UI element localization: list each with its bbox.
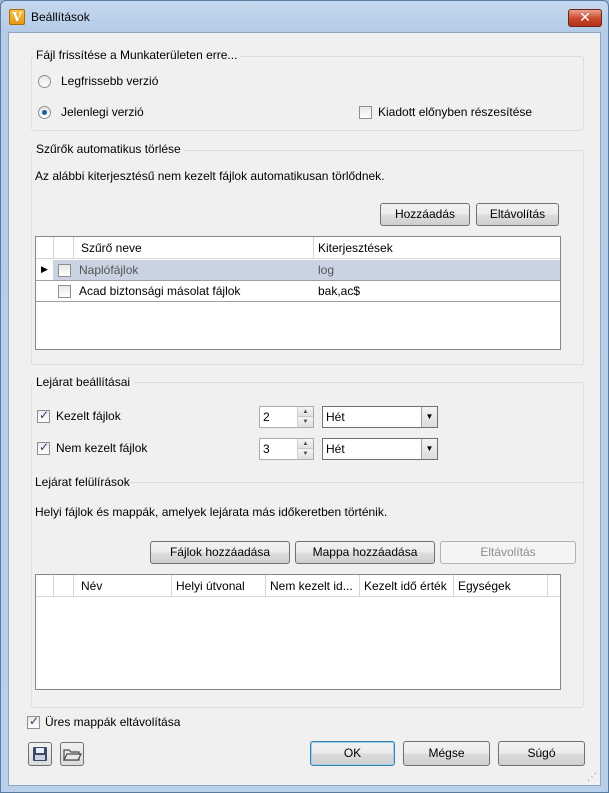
latest-version-radio[interactable] xyxy=(38,75,51,88)
current-version-radio[interactable] xyxy=(38,106,51,119)
column-managed-time-value[interactable]: Kezelt idő érték xyxy=(364,579,447,593)
window-title: Beállítások xyxy=(31,10,90,24)
vault-app-icon: V xyxy=(9,9,25,25)
stepper-up-icon[interactable]: ▲ xyxy=(298,439,313,449)
filter-grid-header: Szűrő neve Kiterjesztések xyxy=(36,237,560,259)
cancel-button[interactable]: Mégse xyxy=(403,741,490,766)
auto-delete-group-label: Szűrők automatikus törlése xyxy=(33,142,184,156)
resize-grip-icon[interactable]: ⋰ xyxy=(587,772,597,783)
remove-empty-folders-label: Üres mappák eltávolítása xyxy=(45,715,181,729)
overrides-description: Helyi fájlok és mappák, amelyek lejárata… xyxy=(35,505,388,519)
extension-cell: log xyxy=(318,263,335,277)
managed-files-label: Kezelt fájlok xyxy=(56,409,121,423)
prefer-released-checkbox[interactable] xyxy=(359,106,372,119)
stepper-up-icon[interactable]: ▲ xyxy=(298,407,313,417)
filter-name-cell: Acad biztonsági másolat fájlok xyxy=(79,284,241,298)
unmanaged-files-value: 3 xyxy=(263,442,270,456)
column-filter-name[interactable]: Szűrő neve xyxy=(81,241,142,255)
save-settings-button[interactable] xyxy=(28,742,52,766)
unmanaged-unit-select[interactable]: Hét ▼ xyxy=(322,438,438,460)
dialog-client: Fájl frissítése a Munkaterületen erre...… xyxy=(8,32,601,786)
save-icon xyxy=(33,747,47,761)
overrides-divider xyxy=(124,482,584,483)
filter-name-cell: Naplófájlok xyxy=(79,263,139,277)
table-row[interactable]: ▶ Naplófájlok log xyxy=(36,260,560,280)
managed-unit-select[interactable]: Hét ▼ xyxy=(322,406,438,428)
managed-files-stepper[interactable]: 2 ▲ ▼ xyxy=(259,406,314,428)
column-name[interactable]: Név xyxy=(81,579,102,593)
filter-grid[interactable]: Szűrő neve Kiterjesztések ▶ Naplófájlok … xyxy=(35,236,561,350)
column-extensions[interactable]: Kiterjesztések xyxy=(318,241,393,255)
overrides-label: Lejárat felülírások xyxy=(35,475,130,489)
unmanaged-files-checkbox[interactable] xyxy=(37,440,50,455)
chevron-down-icon[interactable]: ▼ xyxy=(421,407,437,427)
add-filter-button[interactable]: Hozzáadás xyxy=(380,203,470,226)
overrides-grid[interactable]: Név Helyi útvonal Nem kezelt id... Kezel… xyxy=(35,574,561,690)
stepper-down-icon[interactable]: ▼ xyxy=(298,449,313,459)
open-settings-button[interactable] xyxy=(60,742,84,766)
folder-open-icon xyxy=(63,749,82,761)
unmanaged-unit-value: Hét xyxy=(326,442,345,456)
row-checkbox[interactable] xyxy=(58,285,71,298)
refresh-group-label: Fájl frissítése a Munkaterületen erre... xyxy=(33,48,241,62)
column-local-path[interactable]: Helyi útvonal xyxy=(176,579,245,593)
unmanaged-files-label: Nem kezelt fájlok xyxy=(56,441,148,455)
help-button[interactable]: Súgó xyxy=(498,741,585,766)
refresh-group xyxy=(31,56,584,131)
overrides-grid-header: Név Helyi útvonal Nem kezelt id... Kezel… xyxy=(36,575,560,597)
current-version-label: Jelenlegi verzió xyxy=(61,105,144,119)
remove-override-button[interactable]: Eltávolítás xyxy=(440,541,576,564)
managed-files-value: 2 xyxy=(263,410,270,424)
stepper-down-icon[interactable]: ▼ xyxy=(298,417,313,427)
title-bar[interactable]: V Beállítások ✕ xyxy=(1,1,608,33)
close-button[interactable]: ✕ xyxy=(568,9,602,27)
unmanaged-files-stepper[interactable]: 3 ▲ ▼ xyxy=(259,438,314,460)
ok-button[interactable]: OK xyxy=(310,741,395,766)
settings-window: V Beállítások ✕ Fájl frissítése a Munkat… xyxy=(0,0,609,793)
column-unmanaged-time[interactable]: Nem kezelt id... xyxy=(270,579,353,593)
row-header: ▶ xyxy=(36,260,53,280)
add-folder-button[interactable]: Mappa hozzáadása xyxy=(295,541,435,564)
extension-cell: bak,ac$ xyxy=(318,284,361,298)
row-checkbox[interactable] xyxy=(58,264,71,277)
chevron-down-icon[interactable]: ▼ xyxy=(421,439,437,459)
prefer-released-label: Kiadott előnyben részesítése xyxy=(378,105,533,119)
table-row[interactable]: Acad biztonsági másolat fájlok bak,ac$ xyxy=(36,281,560,301)
remove-empty-folders-checkbox[interactable] xyxy=(27,714,40,729)
remove-filter-button[interactable]: Eltávolítás xyxy=(476,203,559,226)
expiry-group-label: Lejárat beállításai xyxy=(33,375,134,389)
auto-delete-description: Az alábbi kiterjesztésű nem kezelt fájlo… xyxy=(35,169,385,183)
current-row-arrow-icon: ▶ xyxy=(41,264,48,274)
latest-version-label: Legfrissebb verzió xyxy=(61,74,159,88)
managed-files-checkbox[interactable] xyxy=(37,408,50,423)
managed-unit-value: Hét xyxy=(326,410,345,424)
column-units[interactable]: Egységek xyxy=(458,579,511,593)
add-files-button[interactable]: Fájlok hozzáadása xyxy=(150,541,290,564)
